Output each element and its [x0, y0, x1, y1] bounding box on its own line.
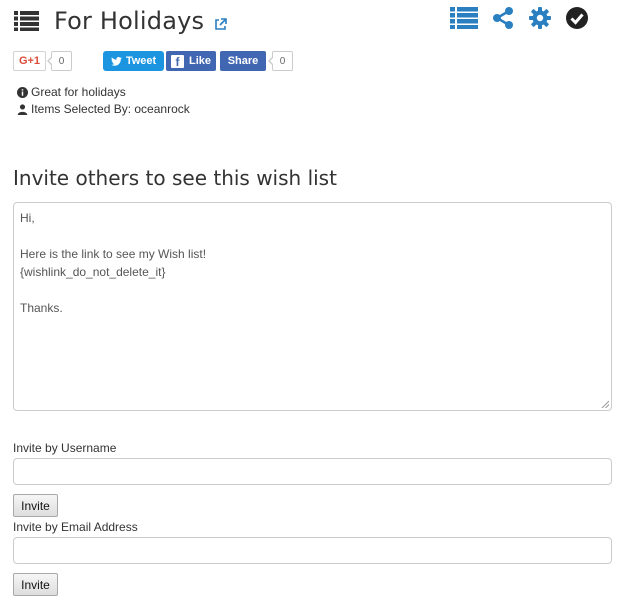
google-plus-label: G+1: [18, 55, 41, 67]
page-header: For Holidays: [14, 6, 228, 36]
check-circle-icon[interactable]: [565, 6, 589, 33]
list-icon: [14, 11, 39, 31]
share-icon[interactable]: [491, 6, 515, 33]
info-icon: [17, 87, 28, 98]
selected-by-text: Items Selected By: oceanrock: [31, 102, 190, 116]
tweet-button[interactable]: Tweet: [103, 51, 164, 71]
invite-email-button[interactable]: Invite: [13, 573, 58, 596]
share-label: Share: [227, 55, 259, 67]
wishlist-meta: Great for holidays Items Selected By: oc…: [17, 84, 190, 118]
tweet-label: Tweet: [125, 55, 157, 67]
username-input[interactable]: [13, 458, 612, 485]
resize-handle-icon[interactable]: [601, 400, 609, 408]
like-label: Like: [188, 55, 211, 67]
email-label: Invite by Email Address: [13, 520, 138, 534]
description-row: Great for holidays: [17, 84, 190, 101]
facebook-share-button[interactable]: Share: [220, 51, 266, 71]
message-line: {wishlink_do_not_delete_it}: [20, 265, 166, 279]
email-input[interactable]: [13, 537, 612, 564]
page-title: For Holidays: [54, 7, 205, 35]
message-line: Hi,: [20, 211, 35, 225]
invite-username-button[interactable]: Invite: [13, 494, 58, 517]
wishlist-description: Great for holidays: [31, 85, 126, 99]
google-plus-count: 0: [47, 51, 72, 71]
message-line: [20, 227, 605, 245]
invite-message-text: Hi, Here is the link to see my Wish list!…: [20, 209, 605, 317]
selected-by-row: Items Selected By: oceanrock: [17, 101, 190, 118]
facebook-share-count: 0: [268, 51, 293, 71]
facebook-icon: f: [170, 54, 184, 68]
list-icon[interactable]: [450, 6, 478, 32]
user-icon: [17, 104, 28, 115]
message-line: Here is the link to see my Wish list!: [20, 247, 207, 261]
gear-icon[interactable]: [528, 6, 552, 33]
username-label: Invite by Username: [13, 441, 117, 455]
invite-message-textarea[interactable]: Hi, Here is the link to see my Wish list!…: [13, 202, 612, 411]
message-line: [20, 281, 605, 299]
facebook-like-button[interactable]: f Like: [166, 51, 216, 71]
social-share-bar: G+1 0 Tweet f Like Share 0: [13, 51, 313, 71]
message-line: Thanks.: [20, 301, 63, 315]
invite-heading: Invite others to see this wish list: [13, 166, 337, 190]
twitter-bird-icon: [110, 56, 122, 66]
external-link-icon[interactable]: [214, 17, 228, 31]
google-plus-button[interactable]: G+1: [13, 51, 46, 71]
wishlist-toolbar: [450, 6, 589, 32]
